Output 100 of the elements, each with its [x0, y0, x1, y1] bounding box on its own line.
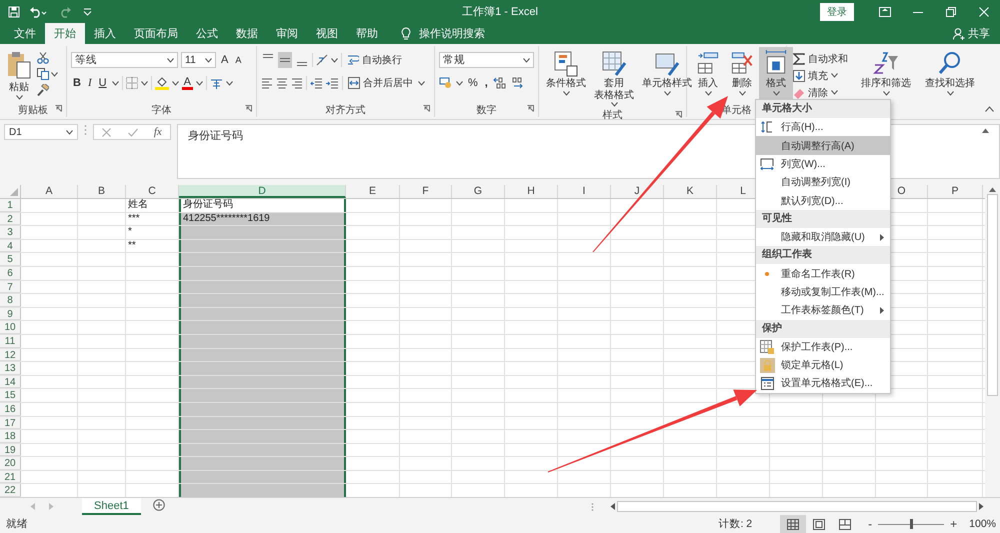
decrease-indent-icon[interactable] [310, 78, 323, 88]
orientation-icon[interactable] [316, 54, 328, 66]
paste-icon[interactable] [7, 51, 31, 79]
format-painter-icon[interactable] [37, 84, 49, 96]
caret-icon[interactable] [172, 80, 179, 86]
view-button[interactable] [780, 515, 806, 533]
sign-in-button[interactable]: 登录 [820, 2, 854, 20]
caret-icon[interactable] [523, 58, 530, 62]
cells-button[interactable]: 删除 [725, 47, 759, 99]
paste-button[interactable]: 粘贴 [9, 80, 29, 94]
number-format-dropdown[interactable]: 常规 [439, 52, 534, 68]
ribbon-tab[interactable]: 页面布局 [125, 23, 187, 44]
name-box[interactable]: D1 [4, 124, 78, 140]
row-header[interactable]: 20 [0, 457, 21, 470]
menu-item[interactable]: 移动或复制工作表(M)... [756, 282, 890, 302]
customize-icon[interactable] [83, 8, 92, 16]
row-header[interactable]: 12 [0, 348, 21, 362]
comma-button[interactable]: , [482, 77, 490, 89]
undo-icon[interactable] [29, 6, 47, 18]
row-header[interactable]: 8 [0, 294, 21, 307]
scroll-thumb[interactable] [617, 501, 977, 512]
ribbon-tab[interactable]: 数据 [227, 23, 267, 44]
dialog-launcher-icon[interactable] [527, 105, 534, 112]
autosum-button[interactable]: 自动求和 [791, 50, 850, 67]
row-header[interactable]: 21 [0, 470, 21, 484]
menu-item[interactable]: 设置单元格格式(E)... [756, 374, 890, 393]
column-header[interactable]: F [400, 185, 452, 198]
fill-button[interactable]: 填充 [791, 67, 850, 84]
zoom-slider[interactable] [910, 518, 914, 528]
zoom-level[interactable]: 100% [961, 518, 1000, 530]
shrink-font-button[interactable]: A [233, 55, 244, 65]
column-header[interactable]: A [21, 185, 78, 198]
row-header[interactable]: 16 [0, 402, 21, 416]
merge-center-button[interactable]: 合并后居中 [346, 73, 415, 93]
caret-icon[interactable] [882, 91, 890, 96]
font-name-dropdown[interactable]: 等线 [71, 52, 178, 68]
wrap-text-button[interactable]: 自动换行 [345, 50, 404, 70]
cells-button[interactable]: 格式 [759, 47, 793, 99]
caret-icon[interactable] [610, 102, 618, 107]
row-header[interactable]: 4 [0, 240, 21, 252]
ribbon-tab[interactable]: 插入 [85, 23, 125, 44]
menu-item[interactable]: 重命名工作表(R) [756, 264, 890, 283]
caret-icon[interactable] [16, 95, 22, 100]
increase-decimal-icon[interactable] [492, 77, 507, 89]
ribbon-tab[interactable]: 审阅 [267, 23, 307, 44]
horizontal-align-icon[interactable] [291, 78, 303, 88]
caret-icon[interactable] [738, 91, 746, 96]
zoom-in-button[interactable]: + [946, 517, 962, 531]
menu-item[interactable]: 锁定单元格(L) [756, 356, 890, 374]
column-header[interactable]: G [452, 185, 505, 198]
caret-icon[interactable] [196, 80, 203, 86]
dialog-launcher-icon[interactable] [675, 110, 682, 118]
ribbon-tab[interactable]: 视图 [307, 23, 347, 44]
caret-icon[interactable] [140, 80, 148, 86]
menu-item[interactable]: 保护工作表(P)... [756, 338, 890, 356]
menu-item[interactable]: 隐藏和取消隐藏(U) [756, 228, 890, 246]
ribbon-display-icon[interactable] [878, 6, 890, 16]
scroll-up-icon[interactable] [989, 187, 996, 192]
column-header[interactable]: I [558, 185, 611, 198]
row-header[interactable]: 14 [0, 376, 21, 388]
share-button[interactable]: 共享 [968, 26, 990, 41]
add-sheet-icon[interactable] [152, 499, 165, 511]
row-header[interactable]: 13 [0, 362, 21, 375]
column-header[interactable]: P [928, 185, 983, 198]
font-color-button[interactable]: A [182, 76, 193, 90]
copy-icon[interactable] [37, 68, 49, 80]
save-icon[interactable] [8, 6, 20, 18]
column-header[interactable]: D [179, 185, 346, 198]
scroll-up-icon[interactable] [982, 128, 989, 133]
close-icon[interactable] [978, 6, 988, 16]
row-header[interactable]: 17 [0, 416, 21, 430]
restore-icon[interactable] [946, 6, 956, 16]
scroll-thumb[interactable] [987, 194, 998, 396]
borders-icon[interactable] [126, 77, 138, 89]
increase-indent-icon[interactable] [326, 78, 339, 88]
bold-button[interactable]: B [71, 77, 83, 89]
caret-icon[interactable] [226, 80, 233, 86]
menu-item[interactable]: 自动调整行高(A) [756, 136, 890, 155]
horizontal-align-icon[interactable] [276, 78, 288, 88]
vertical-align-button[interactable] [278, 52, 292, 68]
dialog-launcher-icon[interactable] [245, 105, 252, 112]
column-header[interactable]: H [505, 185, 558, 198]
tell-me-search[interactable]: 操作说明搜索 [419, 26, 485, 41]
underline-button[interactable]: U [96, 77, 109, 89]
caret-icon[interactable] [772, 91, 780, 96]
style-button[interactable]: 单元格样式 [642, 78, 692, 90]
zoom-out-button[interactable]: - [864, 517, 876, 531]
clear-button[interactable]: 清除 [791, 84, 850, 101]
currency-icon[interactable] [439, 77, 453, 89]
grow-font-button[interactable]: A [219, 54, 230, 66]
caret-icon[interactable] [66, 130, 73, 134]
sheet-tab[interactable]: Sheet1 [82, 498, 141, 515]
menu-item[interactable]: 工作表标签颜色(T) [756, 301, 890, 320]
style-button[interactable]: 套用 表格格式 [594, 78, 634, 101]
caret-icon[interactable] [946, 91, 954, 96]
caret-icon[interactable] [562, 90, 570, 96]
row-header[interactable]: 9 [0, 308, 21, 320]
menu-item[interactable]: 列宽(W)... [756, 154, 890, 174]
sort-filter-button[interactable]: 排序和筛选 [861, 76, 911, 90]
row-header[interactable]: 3 [0, 226, 21, 239]
